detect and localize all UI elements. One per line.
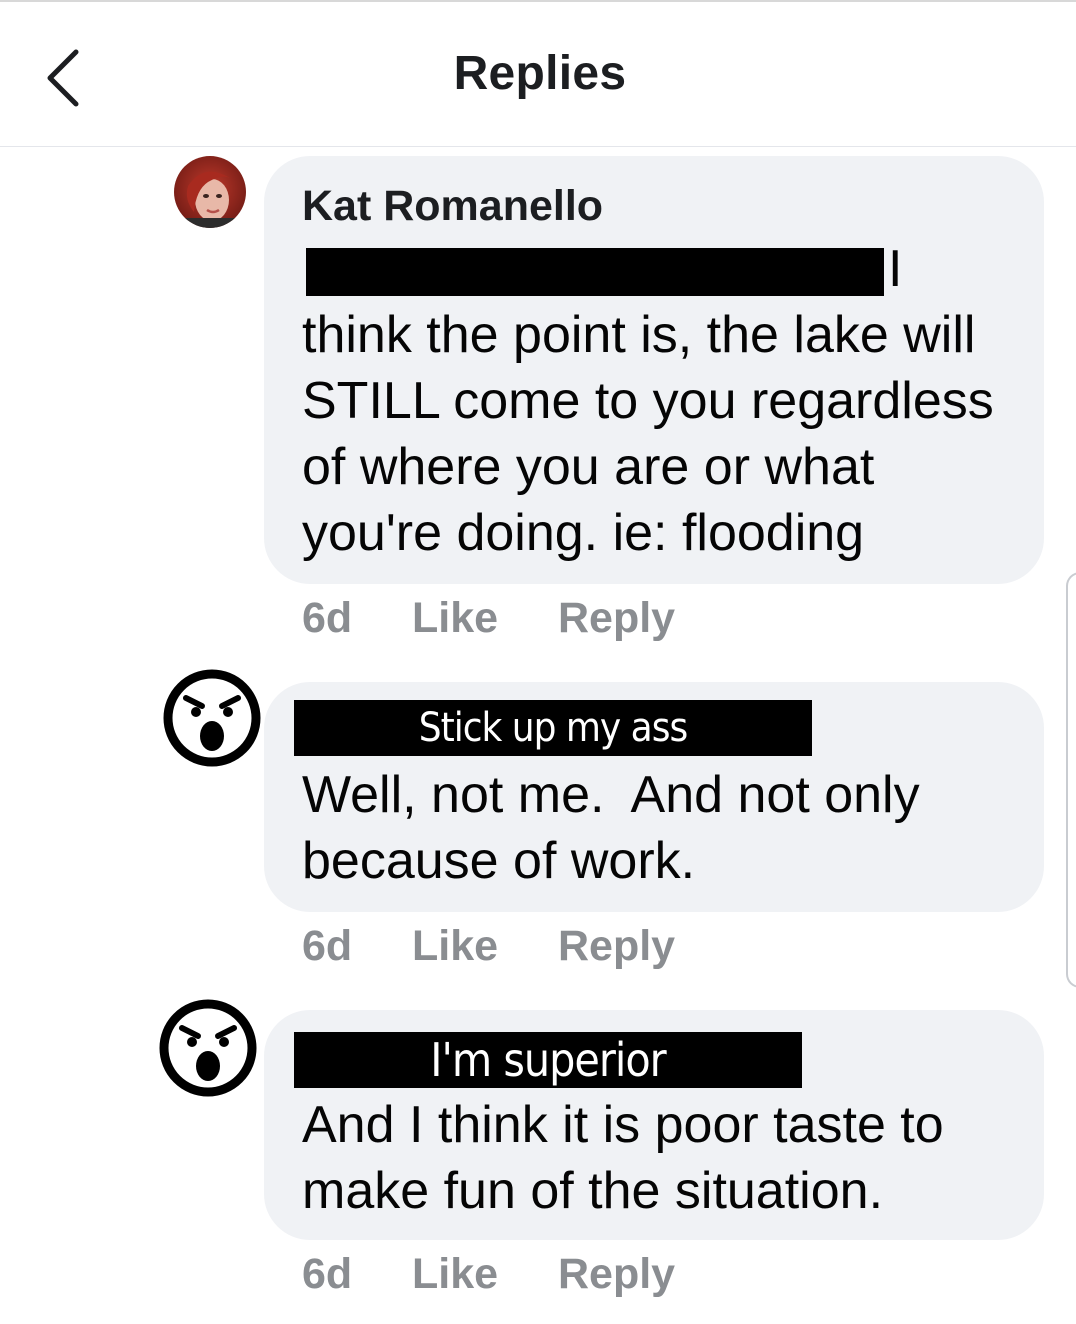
- comment-time: 6d: [302, 1250, 353, 1298]
- replies-header: Replies: [0, 2, 1076, 147]
- reply-button[interactable]: Reply: [558, 1250, 675, 1299]
- avatar[interactable]: [156, 996, 260, 1100]
- angry-face-icon: [163, 669, 261, 767]
- like-button[interactable]: Like: [412, 922, 498, 971]
- comment-bubble: I'm superior And I think it is poor tast…: [264, 1010, 1044, 1240]
- comment-text: And I think it is poor taste to make fun…: [302, 1096, 944, 1220]
- reply-button[interactable]: Reply: [558, 922, 675, 971]
- angry-face-icon: [159, 999, 257, 1097]
- scrollbar[interactable]: [1066, 572, 1076, 988]
- avatar[interactable]: [174, 156, 246, 228]
- redacted-text: [306, 248, 884, 296]
- avatar[interactable]: [160, 666, 264, 770]
- user-photo: [174, 156, 246, 228]
- comment-time: 6d: [302, 922, 353, 970]
- redacted-author[interactable]: Stick up my ass: [294, 700, 812, 756]
- comment-bubble: Stick up my ass Well, not me. And not on…: [264, 682, 1044, 912]
- comment-author[interactable]: Kat Romanello: [302, 182, 603, 231]
- comment-text-start: I: [888, 240, 903, 298]
- comment-text: Well, not me. And not only because of wo…: [302, 766, 920, 890]
- redacted-author[interactable]: I'm superior: [294, 1032, 802, 1088]
- comment-time: 6d: [302, 594, 353, 642]
- comment-bubble: Kat Romanello I think the point is, the …: [264, 156, 1044, 584]
- page-title: Replies: [453, 47, 627, 100]
- like-button[interactable]: Like: [412, 1250, 498, 1299]
- comment-text: think the point is, the lake will STILL …: [302, 306, 994, 562]
- like-button[interactable]: Like: [412, 594, 498, 643]
- reply-button[interactable]: Reply: [558, 594, 675, 643]
